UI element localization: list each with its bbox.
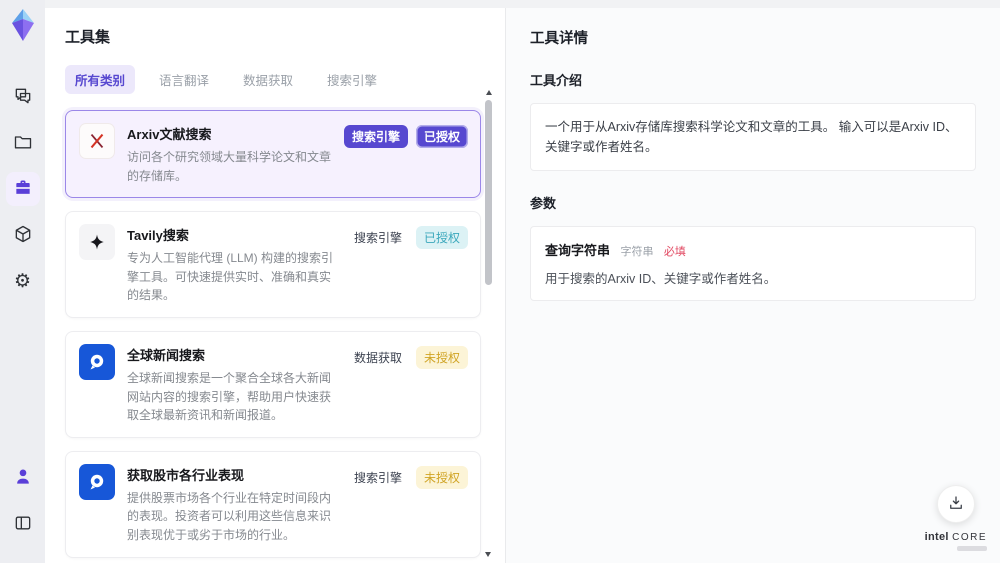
tool-meta: 搜索引擎 已授权: [343, 123, 468, 185]
tool-description: 专为人工智能代理 (LLM) 构建的搜索引擎工具。可快速提供实时、准确和真实的结…: [127, 251, 334, 303]
sidebar: ⚙: [0, 0, 45, 563]
tool-description: 提供股票市场各个行业在特定时间段内的表现。投资者可以利用这些信息来识别表现优于或…: [127, 490, 332, 542]
tool-meta: 数据获取 未授权: [348, 344, 468, 425]
page-title: 工具集: [65, 29, 111, 46]
cube-icon: [13, 224, 33, 247]
scroll-up-arrow-icon[interactable]: [485, 90, 492, 95]
sparkle-star-icon: [90, 234, 104, 250]
tool-icon: [79, 343, 115, 380]
tool-card[interactable]: 获取股市各行业表现 提供股票市场各个行业在特定时间段内的表现。投资者可以利用这些…: [65, 450, 481, 558]
param-name: 查询字符串: [545, 243, 611, 258]
category-tab[interactable]: 语言翻译: [149, 65, 219, 94]
user-icon: [13, 467, 33, 490]
tool-text: Arxiv文献搜索 访问各个研究领域大量科学论文和文章的存储库。: [115, 123, 344, 185]
app-window: ⚙ 工具集 所有类别 语言翻译 数据获取 搜索引擎 Arxiv文献搜索 访问各个…: [0, 0, 1000, 563]
tool-icon: [79, 463, 115, 500]
tool-list: Arxiv文献搜索 访问各个研究领域大量科学论文和文章的存储库。 搜索引擎 已授…: [65, 110, 481, 563]
tool-card[interactable]: Arxiv文献搜索 访问各个研究领域大量科学论文和文章的存储库。 搜索引擎 已授…: [65, 110, 481, 199]
tools-list-panel: 工具集 所有类别 语言翻译 数据获取 搜索引擎 Arxiv文献搜索 访问各个研究…: [45, 8, 505, 563]
tool-meta: 搜索引擎 未授权: [348, 464, 468, 545]
tool-text: 全球新闻搜索 全球新闻搜索是一个聚合全球各大新闻网站内容的搜索引擎，帮助用户快速…: [115, 344, 348, 425]
tool-auth-badge: 已授权: [415, 226, 468, 250]
intel-logo-text: intel: [924, 531, 949, 543]
split-view-icon: [13, 513, 33, 536]
scroll-down-arrow-icon[interactable]: [485, 552, 491, 557]
tool-auth-badge: 未授权: [415, 345, 468, 369]
intel-core-logo: intel core: [925, 531, 987, 551]
detail-title: 工具详情: [530, 31, 588, 47]
tool-description: 全球新闻搜索是一个聚合全球各大新闻网站内容的搜索引擎，帮助用户快速获取全球最新资…: [127, 370, 332, 423]
folder-icon: [13, 132, 33, 155]
tool-auth-badge: 未授权: [415, 465, 468, 489]
param-type: 字符串: [620, 246, 654, 258]
tool-category-badge: 搜索引擎: [353, 231, 402, 246]
tool-category-badge: 搜索引擎: [353, 470, 402, 485]
chat-icon: [13, 86, 33, 109]
tool-text: Tavily搜索 专为人工智能代理 (LLM) 构建的搜索引擎工具。可快速提供实…: [115, 224, 348, 305]
tool-category-badge: 搜索引擎: [343, 125, 408, 148]
core-logo-text: core: [952, 532, 987, 543]
arxiv-logo-icon: [90, 133, 104, 149]
tool-detail-panel: 工具详情 工具介绍 一个用于从Arxiv存储库搜索科学论文和文章的工具。 输入可…: [505, 8, 1000, 563]
category-tab[interactable]: 数据获取: [233, 65, 303, 94]
tool-name: Arxiv文献搜索: [127, 127, 212, 142]
tool-text: 获取股市各行业表现 提供股票市场各个行业在特定时间段内的表现。投资者可以利用这些…: [115, 464, 348, 545]
intel-logo-badge: [957, 546, 987, 551]
category-tab[interactable]: 所有类别: [65, 65, 136, 94]
tool-name: Tavily搜索: [127, 228, 189, 244]
scrollbar-thumb[interactable]: [485, 100, 492, 285]
sidebar-item-tools[interactable]: [5, 172, 40, 206]
tool-description: 访问各个研究领域大量科学论文和文章的存储库。: [127, 150, 332, 183]
tool-icon: [79, 123, 115, 159]
param-required-badge: 必填: [663, 246, 686, 258]
tool-name: 获取股市各行业表现: [127, 467, 245, 483]
settings-gear-icon: ⚙: [13, 270, 32, 292]
sidebar-item-account[interactable]: [6, 461, 40, 495]
list-scrollbar[interactable]: [484, 90, 493, 557]
news-search-logo-icon: [90, 474, 104, 490]
category-tabs: 所有类别 语言翻译 数据获取 搜索引擎: [65, 65, 485, 94]
sidebar-item-settings[interactable]: ⚙: [6, 264, 40, 298]
app-logo-gem-icon: [7, 8, 39, 42]
tool-category-badge: 数据获取: [353, 350, 402, 365]
intro-heading: 工具介绍: [530, 73, 583, 88]
tool-meta: 搜索引擎 已授权: [348, 224, 468, 305]
category-tab[interactable]: 搜索引擎: [317, 65, 387, 94]
params-heading: 参数: [530, 196, 557, 211]
tool-auth-badge: 已授权: [415, 125, 468, 148]
download-button[interactable]: [936, 485, 975, 523]
param-description: 用于搜索的Arxiv ID、关键字或作者姓名。: [545, 272, 777, 286]
sidebar-item-chat[interactable]: [6, 80, 40, 114]
tool-icon: [79, 224, 115, 261]
intro-text: 一个用于从Arxiv存储库搜索科学论文和文章的工具。 输入可以是Arxiv ID…: [545, 120, 958, 154]
sidebar-item-packages[interactable]: [6, 218, 40, 252]
sidebar-item-split-view[interactable]: [6, 507, 40, 541]
intro-box: 一个用于从Arxiv存储库搜索科学论文和文章的工具。 输入可以是Arxiv ID…: [530, 103, 976, 171]
tool-card[interactable]: Tavily搜索 专为人工智能代理 (LLM) 构建的搜索引擎工具。可快速提供实…: [65, 211, 481, 318]
news-search-logo-icon: [90, 354, 104, 370]
tool-card[interactable]: 全球新闻搜索 全球新闻搜索是一个聚合全球各大新闻网站内容的搜索引擎，帮助用户快速…: [65, 330, 481, 438]
tool-name: 全球新闻搜索: [127, 347, 206, 363]
param-box: 查询字符串 字符串 必填 用于搜索的Arxiv ID、关键字或作者姓名。: [530, 226, 976, 301]
corner-widgets: intel core: [925, 485, 987, 551]
download-icon: [947, 494, 965, 515]
toolbox-icon: [13, 178, 33, 201]
sidebar-item-files[interactable]: [6, 126, 40, 160]
